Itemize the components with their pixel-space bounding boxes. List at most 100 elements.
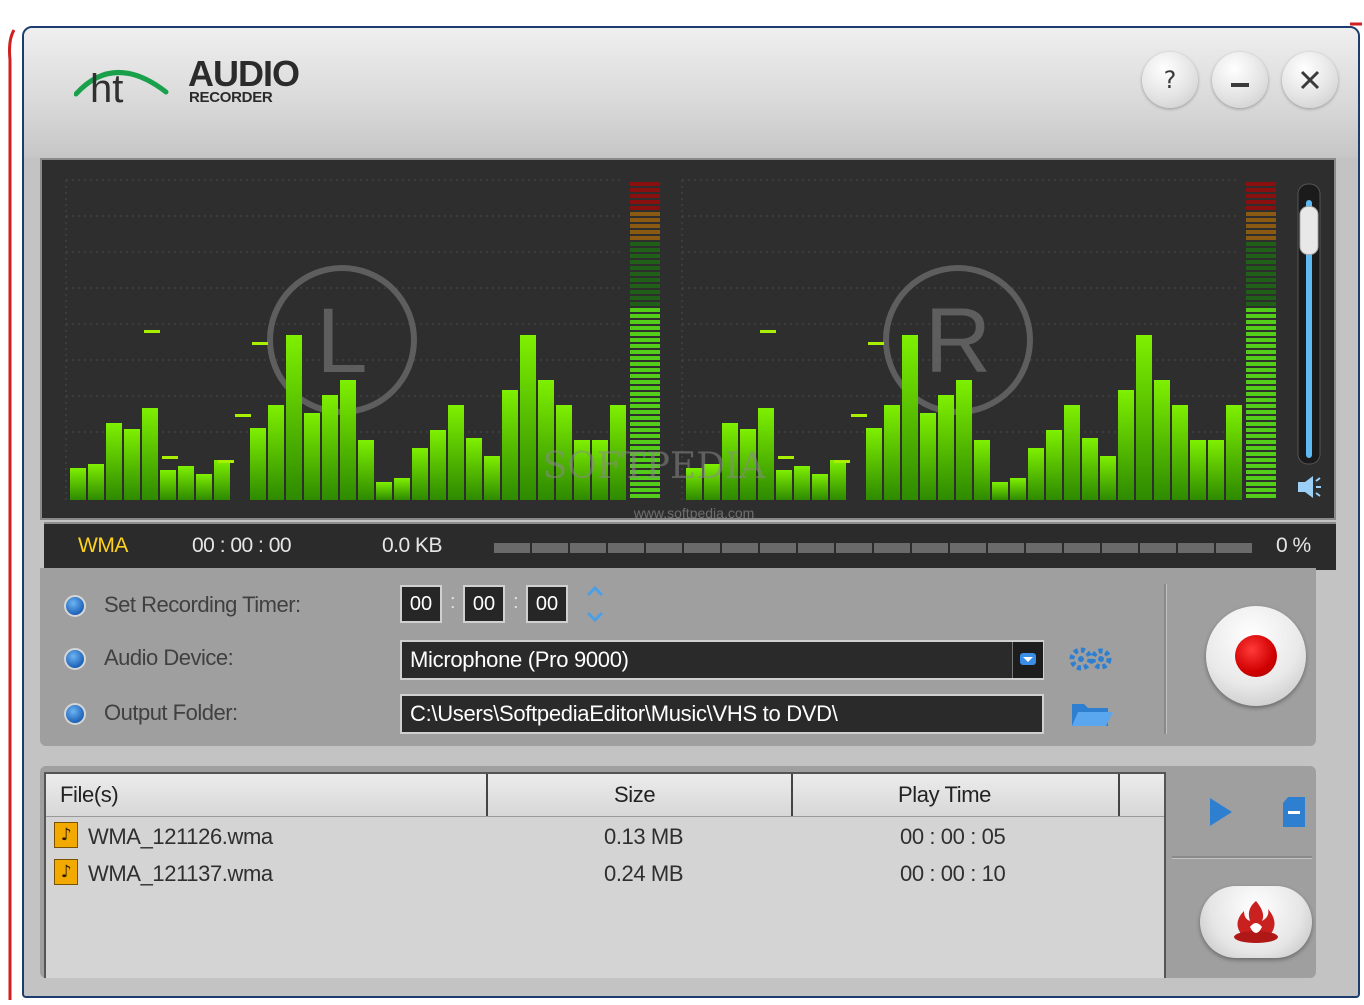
level-segment	[630, 188, 660, 192]
level-segment	[1246, 254, 1276, 258]
status-bar: WMA 00 : 00 : 00 0.0 KB 0 %	[44, 522, 1336, 570]
peak-marker	[851, 414, 867, 417]
level-segment	[1246, 416, 1276, 420]
spectrum-bar	[992, 482, 1008, 500]
left-channel-letter: L	[316, 290, 367, 392]
level-segment	[1246, 398, 1276, 402]
timer-spinner[interactable]	[584, 583, 606, 627]
file-list-header: File(s) Size Play Time	[46, 774, 1164, 817]
record-button[interactable]	[1206, 606, 1306, 706]
spectrum-bar	[70, 468, 86, 500]
spectrum-display: L R SOFTPEDIA www.softpedia.com	[65, 179, 1321, 521]
column-separator[interactable]	[1118, 774, 1120, 816]
level-segment	[1246, 392, 1276, 396]
output-folder-field[interactable]: C:\Users\SoftpediaEditor\Music\VHS to DV…	[400, 694, 1044, 734]
level-segment	[1246, 440, 1276, 444]
level-segment	[630, 374, 660, 378]
output-folder-radio[interactable]	[64, 703, 86, 725]
level-segment	[630, 278, 660, 282]
minimize-button[interactable]	[1212, 52, 1268, 108]
spectrum-bar	[376, 482, 392, 500]
peak-marker	[760, 330, 776, 333]
spectrum-bar	[286, 335, 302, 500]
progress-segment	[1102, 543, 1138, 553]
level-segment	[630, 224, 660, 228]
level-segment	[1246, 350, 1276, 354]
progress-segment	[950, 543, 986, 553]
level-segment	[1246, 326, 1276, 330]
elapsed-time: 00 : 00 : 00	[192, 534, 292, 557]
spectrum-bar	[1136, 335, 1152, 500]
timer-minutes-field[interactable]: 00	[463, 585, 505, 623]
column-header-files[interactable]: File(s)	[60, 782, 119, 808]
table-row[interactable]: ♪ WMA_121126.wma 0.13 MB 00 : 00 : 05	[46, 820, 1164, 856]
timer-radio[interactable]	[64, 595, 86, 617]
spin-down-icon[interactable]	[586, 611, 604, 623]
title-bar[interactable]: ht AUDIO RECORDER ?	[24, 28, 1358, 158]
minimize-icon	[1231, 83, 1249, 87]
spectrum-bar	[1010, 478, 1026, 500]
level-segment	[630, 404, 660, 408]
level-segment	[630, 212, 660, 216]
device-settings-gear-icon[interactable]	[1068, 644, 1114, 674]
play-icon	[1210, 798, 1232, 826]
device-dropdown-button[interactable]	[1012, 642, 1043, 678]
level-segment	[1246, 344, 1276, 348]
column-separator[interactable]	[791, 774, 793, 816]
help-icon: ?	[1163, 66, 1177, 94]
burn-button[interactable]	[1200, 886, 1312, 958]
level-segment	[1246, 446, 1276, 450]
level-segment	[630, 218, 660, 222]
level-segment	[1246, 248, 1276, 252]
level-segment	[630, 254, 660, 258]
spectrum-bar	[1154, 380, 1170, 500]
level-segment	[630, 296, 660, 300]
level-segment	[630, 428, 660, 432]
speaker-icon[interactable]	[1298, 476, 1321, 498]
level-segment	[1246, 314, 1276, 318]
spectrum-bar	[412, 448, 428, 500]
audio-device-select[interactable]: Microphone (Pro 9000)	[400, 640, 1044, 680]
spin-up-icon[interactable]	[586, 585, 604, 597]
level-segment	[1246, 278, 1276, 282]
spectrum-bar	[502, 390, 518, 500]
timer-separator: :	[513, 591, 519, 613]
column-header-size[interactable]: Size	[614, 782, 656, 808]
close-button[interactable]	[1282, 52, 1338, 108]
level-segment	[1246, 470, 1276, 474]
play-button[interactable]	[1198, 790, 1242, 834]
level-segment	[1246, 302, 1276, 306]
table-row[interactable]: ♪ WMA_121137.wma 0.24 MB 00 : 00 : 10	[46, 857, 1164, 893]
level-segment	[630, 356, 660, 360]
file-size: 0.24 MB	[604, 861, 684, 886]
timer-hours-field[interactable]: 00	[400, 585, 442, 623]
volume-slider[interactable]	[1297, 183, 1321, 465]
file-list[interactable]: File(s) Size Play Time ♪ WMA_121126.wma …	[44, 772, 1166, 978]
volume-knob[interactable]	[1299, 206, 1319, 255]
browse-folder-icon[interactable]	[1070, 698, 1114, 730]
output-folder-label: Output Folder:	[104, 700, 238, 725]
level-segment	[1246, 452, 1276, 456]
level-segment	[630, 368, 660, 372]
audio-device-radio[interactable]	[64, 648, 86, 670]
format-label: WMA	[78, 534, 128, 557]
level-segment	[1246, 272, 1276, 276]
progress-percent: 0 %	[1276, 534, 1311, 557]
spectrum-bar	[1208, 440, 1224, 500]
column-header-play-time[interactable]: Play Time	[898, 782, 991, 808]
help-button[interactable]: ?	[1142, 52, 1198, 108]
spectrum-bar	[1118, 390, 1134, 500]
column-separator[interactable]	[486, 774, 488, 816]
timer-seconds-field[interactable]: 00	[526, 585, 568, 623]
spectrum-bar	[866, 428, 882, 500]
level-segment	[630, 434, 660, 438]
file-info-button[interactable]	[1272, 790, 1316, 834]
level-segment	[1246, 434, 1276, 438]
level-segment	[630, 380, 660, 384]
level-segment	[1246, 476, 1276, 480]
level-segment	[630, 182, 660, 186]
spectrum-bar	[812, 474, 828, 500]
spectrum-bar	[250, 428, 266, 500]
level-segment	[1246, 194, 1276, 198]
level-segment	[1246, 488, 1276, 492]
